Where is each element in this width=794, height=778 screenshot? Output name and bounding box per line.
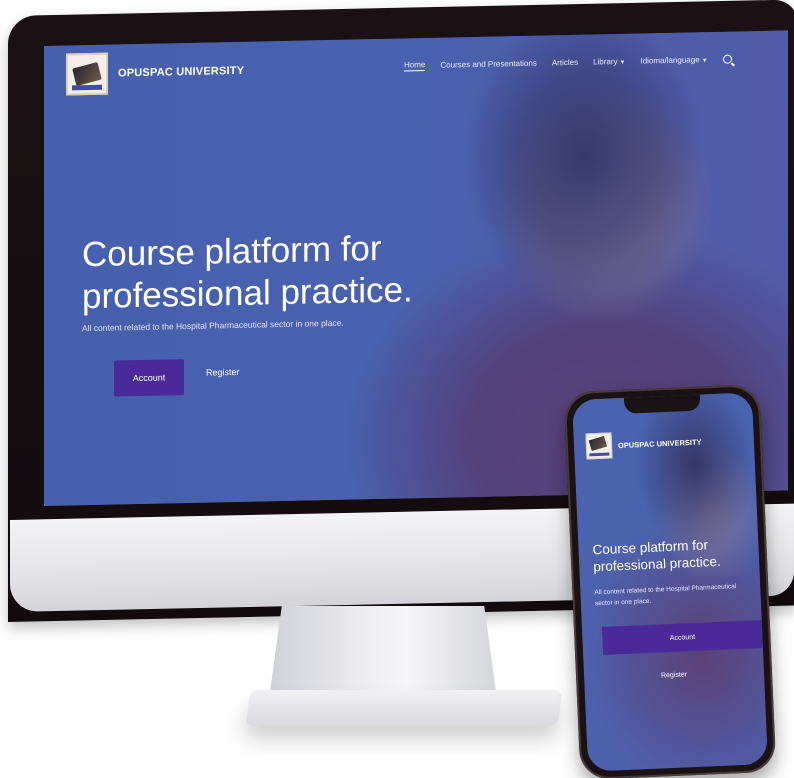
monitor-stand-base (245, 690, 563, 726)
nav-articles[interactable]: Articles (552, 58, 578, 68)
search-icon[interactable] (722, 54, 732, 64)
hero-title: Course platform for professional practic… (82, 229, 413, 317)
opuspac-logo[interactable] (66, 52, 108, 96)
mobile-account-button[interactable]: Account (601, 620, 763, 655)
mobile-brand-name: OPUSPAC UNIVERSITY (617, 436, 702, 450)
nav-library-label: Library (593, 56, 618, 67)
mobile-register-link[interactable]: Register (584, 668, 764, 683)
opuspac-logo[interactable] (585, 432, 613, 460)
mobile-phone: OPUSPAC UNIVERSITY Course platform for p… (563, 383, 777, 778)
site-brand[interactable]: OPUSPAC UNIVERSITY (66, 50, 244, 96)
hero-subtitle: All content related to the Hospital Phar… (82, 317, 344, 334)
nav-library[interactable]: Library ▼ (593, 57, 625, 67)
chevron-down-icon: ▼ (701, 58, 708, 65)
phone-notch (623, 394, 701, 414)
main-nav: Home Courses and Presentations Articles … (404, 54, 732, 72)
register-link[interactable]: Register (206, 367, 240, 378)
nav-language[interactable]: Idioma/language ▼ (640, 55, 707, 65)
device-mockup-scene: OPUSPAC UNIVERSITY Home Courses and Pres… (0, 0, 794, 778)
mobile-brand[interactable]: OPUSPAC UNIVERSITY (585, 429, 702, 460)
nav-language-label: Idioma/language (640, 55, 700, 66)
mobile-screen: OPUSPAC UNIVERSITY Course platform for p… (571, 392, 769, 772)
nav-home[interactable]: Home (404, 60, 426, 72)
mobile-hero-title: Course platform for professional practic… (592, 537, 722, 575)
nav-courses[interactable]: Courses and Presentations (440, 59, 537, 70)
account-button[interactable]: Account (114, 359, 184, 397)
chevron-down-icon: ▼ (619, 59, 626, 66)
mobile-hero-subtitle: All content related to the Hospital Phar… (594, 583, 737, 608)
brand-name: OPUSPAC UNIVERSITY (118, 64, 245, 80)
